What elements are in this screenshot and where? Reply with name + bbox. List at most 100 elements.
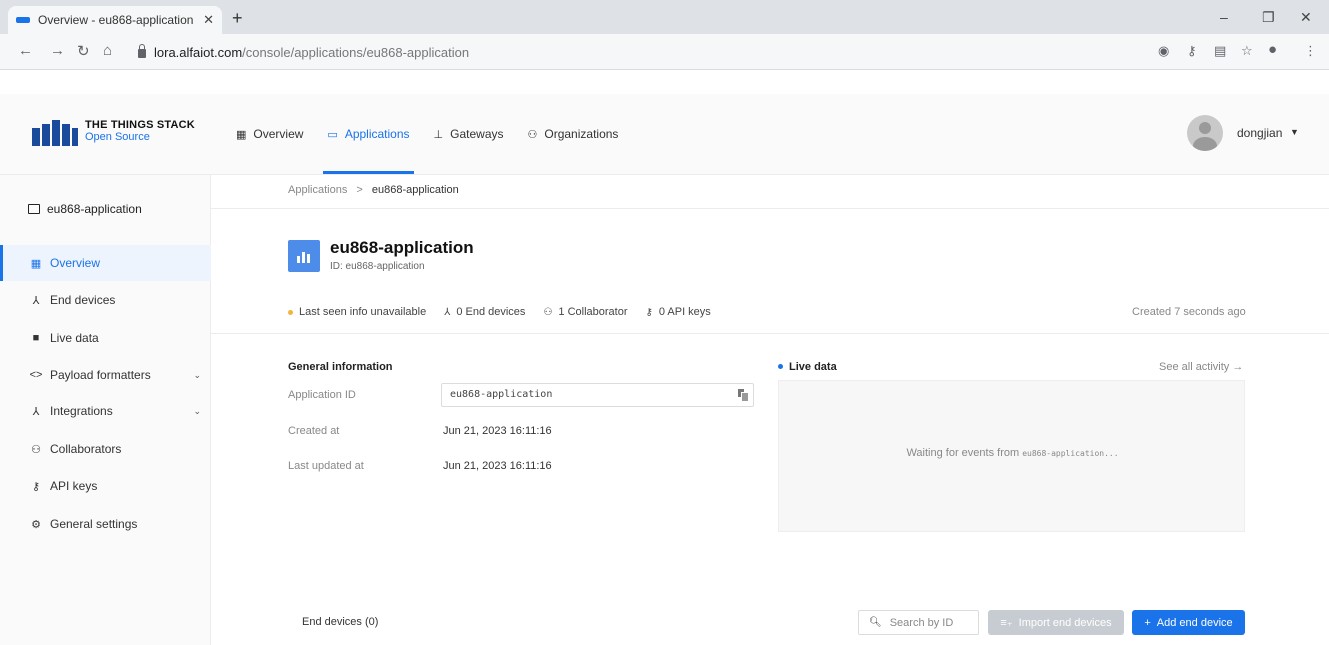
sidebar-item-collaborators[interactable]: ⚇ Collaborators	[0, 431, 211, 467]
home-icon[interactable]: ⌂	[103, 42, 112, 59]
chevron-down-icon[interactable]: ⌄	[193, 370, 201, 381]
status-dot-icon	[288, 309, 293, 315]
live-indicator-icon	[778, 364, 783, 369]
nav-overview[interactable]: ▦ Overview	[236, 94, 303, 174]
app-header: THE THINGS STACK Open Source ▦ Overview …	[0, 94, 1329, 175]
device-icon: ⅄	[32, 294, 40, 307]
sidebar-item-label: Payload formatters	[50, 368, 151, 382]
sidebar-item-api-keys[interactable]: ⚷ API keys	[0, 468, 211, 504]
import-icon: ≡₊	[1000, 617, 1013, 629]
brand-subtitle: Open Source	[85, 131, 150, 143]
sidebar-item-integrations[interactable]: ⅄ Integrations ⌄	[0, 393, 211, 429]
sidebar-item-label: Integrations	[50, 404, 113, 418]
window-icon: ▭	[327, 128, 338, 141]
chevron-down-icon[interactable]: ▼	[1290, 127, 1299, 137]
gear-icon: ⚙	[31, 518, 41, 531]
menu-icon[interactable]: ⋮	[1304, 43, 1317, 59]
see-all-activity-link[interactable]: See all activity →	[1159, 361, 1243, 373]
key-icon: ⚷	[645, 306, 653, 318]
address-bar[interactable]: lora.alfaiot.com/console/applications/eu…	[128, 39, 1138, 65]
gateway-icon: ⊥	[433, 128, 444, 141]
top-navigation: ▦ Overview ▭ Applications ⊥ Gateways ⚇ O…	[236, 94, 642, 174]
add-end-device-button[interactable]: + Add end device	[1132, 610, 1245, 635]
people-icon: ⚇	[527, 128, 538, 141]
favicon-icon	[16, 17, 30, 23]
code-icon: <>	[29, 369, 43, 381]
people-icon: ⚇	[31, 443, 41, 456]
device-icon: ⅄	[444, 306, 451, 318]
grid-icon: ▦	[236, 128, 247, 141]
sidebar-item-live-data[interactable]: ■ Live data	[0, 320, 211, 356]
copy-icon[interactable]	[738, 389, 749, 402]
last-updated-label: Last updated at	[288, 460, 364, 472]
divider	[211, 208, 1329, 209]
created-timestamp: Created 7 seconds ago	[1132, 306, 1246, 318]
search-input[interactable]: 🔍︎ Search by ID	[858, 610, 979, 635]
nav-label: Organizations	[544, 127, 619, 141]
application-stats: Last seen info unavailable ⅄ 0 End devic…	[288, 306, 729, 318]
api-keys-count[interactable]: ⚷ 0 API keys	[646, 306, 711, 318]
brand-logo[interactable]: THE THINGS STACK Open Source	[85, 119, 195, 143]
lock-icon	[138, 43, 146, 58]
application-id-subtitle: ID: eu868-application	[330, 261, 425, 272]
sidebar-item-label: Overview	[50, 256, 101, 270]
breadcrumb-applications[interactable]: Applications	[288, 184, 347, 196]
username[interactable]: dongjian	[1237, 126, 1282, 140]
application-id-field[interactable]: eu868-application	[441, 383, 754, 407]
chevron-down-icon[interactable]: ⌄	[193, 406, 201, 417]
brand-title: THE THINGS STACK	[85, 119, 195, 131]
grid-icon: ▦	[30, 257, 42, 270]
nav-organizations[interactable]: ⚇ Organizations	[528, 94, 619, 174]
end-devices-count[interactable]: ⅄ 0 End devices	[444, 306, 525, 318]
nav-gateways[interactable]: ⊥ Gateways	[434, 94, 504, 174]
logo-icon[interactable]	[32, 120, 78, 146]
window-close-button[interactable]: ✕	[1300, 9, 1312, 26]
browser-tab[interactable]: Overview - eu868-application ✕	[8, 6, 222, 34]
import-end-devices-button[interactable]: ≡₊ Import end devices	[988, 610, 1124, 635]
divider	[211, 333, 1329, 334]
live-data-icon: ■	[32, 332, 40, 344]
breadcrumb-current: eu868-application	[371, 184, 459, 196]
sidebar-item-label: End devices	[50, 293, 116, 307]
url-text: lora.alfaiot.com/console/applications/eu…	[154, 44, 470, 60]
key-icon[interactable]: ⚷	[1187, 43, 1197, 59]
profile-icon[interactable]: ●	[1268, 41, 1277, 58]
application-icon	[288, 240, 320, 272]
window-icon	[28, 204, 40, 214]
search-placeholder: Search by ID	[889, 616, 954, 629]
sidebar-item-label: API keys	[50, 479, 98, 493]
nav-label: Applications	[344, 127, 410, 141]
forward-arrow-icon[interactable]: →	[50, 42, 65, 59]
avatar[interactable]	[1187, 115, 1223, 151]
live-data-panel: Waiting for events from eu868-applicatio…	[778, 380, 1245, 532]
sidebar-item-label: Collaborators	[50, 442, 122, 456]
breadcrumb: Applications > eu868-application	[288, 184, 459, 196]
live-data-title: Live data	[789, 361, 837, 373]
page-title: eu868-application	[330, 238, 474, 257]
minimize-button[interactable]: –	[1220, 9, 1228, 25]
sidebar-item-overview[interactable]: ▦ Overview	[0, 245, 211, 281]
back-arrow-icon[interactable]: ←	[18, 42, 33, 59]
sidebar-item-label: General settings	[50, 517, 138, 531]
reload-icon[interactable]: ↻	[77, 42, 90, 60]
integrations-icon: ⅄	[32, 405, 40, 418]
sidebar-item-general-settings[interactable]: ⚙ General settings	[0, 506, 211, 542]
restore-button[interactable]: ❐	[1262, 9, 1275, 26]
sidebar-item-end-devices[interactable]: ⅄ End devices	[0, 282, 211, 318]
nav-applications[interactable]: ▭ Applications	[323, 94, 414, 174]
created-at-label: Created at	[288, 425, 340, 437]
live-data-waiting-message: Waiting for events from eu868-applicatio…	[906, 447, 1119, 459]
sidebar: eu868-application ▦ Overview ⅄ End devic…	[0, 175, 211, 645]
new-tab-button[interactable]: +	[232, 8, 243, 29]
page-spacer	[0, 70, 1329, 94]
close-tab-icon[interactable]: ✕	[203, 12, 214, 28]
collaborators-count[interactable]: ⚇ 1 Collaborator	[543, 306, 627, 318]
nav-label: Gateways	[450, 127, 504, 141]
translate-icon[interactable]: ▤	[1214, 43, 1226, 59]
sidebar-item-payload-formatters[interactable]: <> Payload formatters ⌄	[0, 357, 211, 393]
breadcrumb-separator: >	[356, 184, 363, 196]
star-icon[interactable]: ☆	[1241, 43, 1253, 59]
browser-toolbar: ← → ↻ ⌂ lora.alfaiot.com/console/applica…	[0, 34, 1329, 70]
created-at-value: Jun 21, 2023 16:11:16	[443, 425, 552, 437]
extension-icon[interactable]: ◉	[1158, 43, 1169, 59]
